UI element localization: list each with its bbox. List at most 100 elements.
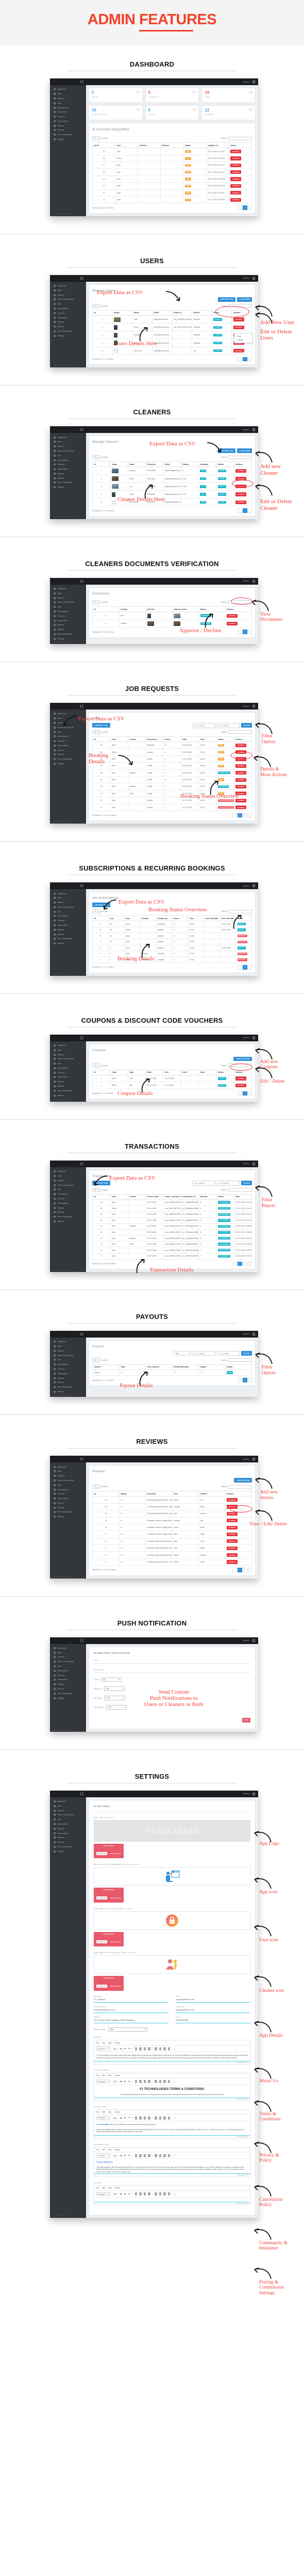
cell-user[interactable]: User xyxy=(110,1211,128,1218)
table-row[interactable]: 2 3 User cleaner monthly 3 07:00 INACTIV… xyxy=(92,951,252,957)
hamburger-icon[interactable] xyxy=(80,1457,83,1461)
table-row[interactable]: 16 User 24-07-2021 cus_JsW0GUZvPOqOFN pi… xyxy=(92,1199,252,1206)
actions-button[interactable]: ACTIONS ▾ xyxy=(235,1083,247,1087)
records-select[interactable]: 10 xyxy=(92,455,100,460)
cell-cleaner[interactable]: Cleaner xyxy=(127,1223,146,1230)
sidebar-item-users[interactable]: Users xyxy=(50,1344,86,1349)
sidebar-item-settings[interactable]: Settings xyxy=(50,1093,86,1098)
column-header[interactable]: Postcode xyxy=(145,461,164,468)
page-next[interactable]: › xyxy=(247,205,252,210)
bold-icon[interactable]: B xyxy=(114,2154,116,2157)
sidebar-item-cleaners[interactable]: Cleaners xyxy=(50,900,86,905)
table-row[interactable]: 6 18 Oliver weekly 4 20:00 23-07-2021 AC… xyxy=(92,926,252,933)
cell-user[interactable]: User xyxy=(110,1241,128,1248)
actions-button[interactable]: ACTIONS ▾ xyxy=(230,191,242,195)
cell-user[interactable]: User xyxy=(110,1235,128,1242)
column-header[interactable]: Status xyxy=(216,736,234,743)
cell-cleaner[interactable] xyxy=(127,1229,146,1236)
sidebar-item-payouts[interactable]: Payouts xyxy=(50,1080,86,1084)
align-justify-icon[interactable] xyxy=(148,2047,150,2050)
cell-cleaner[interactable] xyxy=(140,921,157,927)
records-select[interactable]: 10 xyxy=(92,303,100,308)
indent-icon[interactable] xyxy=(167,2117,171,2119)
sidebar-item-push-notifications[interactable]: Push Notifications xyxy=(50,757,86,762)
sidebar-item-push-notifications[interactable]: Push Notifications xyxy=(50,1844,86,1849)
cell-user[interactable]: Oliver xyxy=(115,154,139,163)
column-header[interactable]: User xyxy=(172,1491,199,1497)
sidebar-item-push-notifications[interactable]: Push Notifications xyxy=(50,1088,86,1093)
sidebar-item-reviews[interactable]: Reviews xyxy=(50,932,86,937)
align-center-icon[interactable] xyxy=(139,2080,142,2083)
outdent-icon[interactable] xyxy=(163,2047,166,2050)
table-row[interactable]: 17 User oneoff 2 23-07-2021 16:00 PAID A… xyxy=(92,755,252,763)
clear-format-icon[interactable]: ⤓ xyxy=(175,2081,176,2083)
actions-button[interactable]: ACTIONS ▾ xyxy=(230,177,242,181)
sidebar-item-cleaner-documents[interactable]: Cleaner Documents xyxy=(50,1353,86,1358)
cell-cleaner[interactable]: Theo xyxy=(198,1537,226,1545)
column-header[interactable]: Rating xyxy=(119,1491,146,1497)
column-header[interactable]: Action xyxy=(225,1364,252,1370)
cell-user[interactable]: User xyxy=(115,196,139,204)
logout-icon[interactable] xyxy=(252,1162,255,1165)
cell-user[interactable]: User xyxy=(110,1223,128,1230)
clear-format-icon[interactable]: ⤓ xyxy=(175,2117,176,2119)
sidebar-item-subscriptions[interactable]: Subscriptions xyxy=(50,307,86,311)
table-row[interactable]: 1 cleaner ACCEPTED ACTIONS ▾ xyxy=(92,619,252,628)
sidebar-item-subscriptions[interactable]: Subscriptions xyxy=(50,1066,86,1071)
page-next[interactable]: › xyxy=(247,508,252,513)
column-header[interactable]: User xyxy=(124,915,141,922)
table-row[interactable]: 3 9 User weekly 7 14:00 22-07-2021 ACTIV… xyxy=(92,944,252,952)
sidebar-item-dashboard[interactable]: Dashboard xyxy=(50,1464,86,1469)
table-row[interactable]: 7 19 User biweekly 8 16:00 24-07-2021 AC… xyxy=(92,921,252,927)
logout-icon[interactable] xyxy=(252,81,255,83)
actions-button[interactable]: ACTIONS ▾ xyxy=(235,492,247,496)
sidebar-item-transactions[interactable]: Transactions xyxy=(50,1496,86,1501)
sidebar-item-push-notifications[interactable]: Push Notifications xyxy=(50,1510,86,1515)
table-row[interactable]: 19 User biweekly 8 24-07-2021 16:00 PAID… xyxy=(92,742,252,749)
cell-cleaner[interactable]: cleaner xyxy=(119,619,146,628)
sidebar-item-cleaner-documents[interactable]: Cleaner Documents xyxy=(50,1183,86,1187)
search-input[interactable] xyxy=(228,1485,252,1489)
text-color-icon[interactable]: A▾ xyxy=(124,2117,126,2119)
actions-button[interactable]: ACTIONS ▾ xyxy=(233,349,244,353)
sidebar-item-payouts[interactable]: Payouts xyxy=(50,320,86,325)
align-center-icon[interactable] xyxy=(139,2117,142,2119)
column-header[interactable]: stripe_customer_id xyxy=(163,1194,182,1200)
page-prev[interactable]: ‹ xyxy=(238,508,242,513)
cell-user[interactable]: User xyxy=(110,1247,128,1253)
admin-menu-label[interactable]: Admin ▾ xyxy=(243,1793,249,1795)
sidebar-item-coupons[interactable]: Coupons xyxy=(50,1367,86,1372)
align-justify-icon[interactable] xyxy=(148,2080,150,2083)
cell-user[interactable]: User xyxy=(172,1510,199,1518)
sidebar-item-users[interactable]: Users xyxy=(50,896,86,900)
sidebar-item-documents[interactable]: Documents xyxy=(50,110,86,115)
bullet-list-icon[interactable] xyxy=(155,2117,157,2119)
column-header[interactable]: Status xyxy=(216,1069,234,1075)
cell-cleaner[interactable] xyxy=(127,742,146,749)
logout-icon[interactable] xyxy=(252,705,255,708)
numbered-list-icon[interactable] xyxy=(159,2047,162,2050)
column-header[interactable]: Id xyxy=(92,310,113,316)
editor-menu-format[interactable]: Format xyxy=(115,2111,120,2113)
numbered-list-icon[interactable] xyxy=(159,2117,162,2119)
cell-cleaner[interactable]: Noah xyxy=(198,1544,226,1552)
editor-content[interactable]: Terms of website use This page (together… xyxy=(94,2159,250,2174)
paid-badge[interactable]: PAID xyxy=(227,1371,233,1374)
column-header[interactable]: Total xyxy=(119,1364,146,1370)
cell-user[interactable]: User xyxy=(124,944,141,952)
table-row[interactable]: 8 4 ☆ Great Ap. Definitely worth the mon… xyxy=(92,1537,252,1545)
logout-icon[interactable] xyxy=(252,428,255,431)
sidebar-item-settings[interactable]: Settings xyxy=(50,333,86,338)
actions-button[interactable]: ACTIONS ▾ xyxy=(227,1498,238,1502)
column-header[interactable]: Frequency xyxy=(145,736,164,743)
cell-user[interactable]: User xyxy=(172,1531,199,1538)
cell-cleaner[interactable]: Theo xyxy=(198,1531,226,1538)
bullet-list-icon[interactable] xyxy=(155,2047,157,2050)
page-prev[interactable]: ‹ xyxy=(238,630,242,634)
sidebar-item-cleaners[interactable]: Cleaners xyxy=(50,1348,86,1353)
sidebar-item-users[interactable]: Users xyxy=(50,1650,86,1655)
select-image-cleaner-login[interactable]: SELECT IMAGE Choose File No file chosen xyxy=(94,1976,124,1991)
admin-menu-label[interactable]: Admin ▾ xyxy=(243,885,249,887)
cell-cleaner[interactable]: Theo xyxy=(198,1558,226,1566)
cell-user[interactable]: User xyxy=(110,783,128,791)
